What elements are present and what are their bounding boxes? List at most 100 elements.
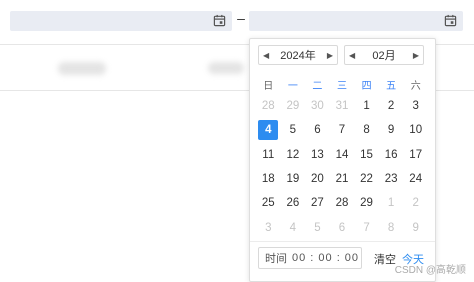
day-cell[interactable]: 20	[305, 167, 330, 191]
day-number: 4	[258, 120, 279, 141]
day-cell[interactable]: 13	[305, 143, 330, 167]
day-number: 14	[335, 148, 349, 161]
day-number: 3	[265, 221, 272, 234]
day-cell[interactable]: 5	[305, 215, 330, 239]
day-cell[interactable]: 3	[256, 215, 281, 239]
day-cell[interactable]: 9	[403, 215, 428, 239]
footer-divider	[250, 241, 435, 242]
day-number: 15	[360, 148, 373, 161]
day-cell[interactable]: 11	[256, 143, 281, 167]
blurred-content	[58, 62, 106, 75]
day-number: 26	[286, 197, 300, 210]
day-number: 21	[335, 173, 349, 186]
day-number: 17	[409, 148, 423, 161]
day-cell[interactable]: 14	[330, 143, 355, 167]
day-cell[interactable]: 28	[330, 191, 355, 215]
next-year-icon[interactable]: ▶	[327, 51, 333, 60]
clear-button[interactable]: 清空	[374, 251, 396, 267]
day-cell[interactable]: 10	[403, 118, 428, 142]
day-cell[interactable]: 19	[281, 167, 306, 191]
day-number: 3	[412, 100, 419, 113]
day-cell[interactable]: 21	[330, 167, 355, 191]
day-cell[interactable]: 1	[379, 191, 404, 215]
day-number: 25	[261, 197, 275, 210]
month-label[interactable]: 02月	[355, 47, 413, 63]
year-label[interactable]: 2024年	[269, 47, 327, 63]
day-cell[interactable]: 2	[403, 191, 428, 215]
day-cell[interactable]: 6	[305, 118, 330, 142]
day-cell[interactable]: 30	[305, 94, 330, 118]
day-number: 6	[314, 124, 321, 137]
range-separator: –	[237, 10, 245, 26]
day-cell[interactable]: 26	[281, 191, 306, 215]
time-value[interactable]: 00 : 00 : 00	[292, 252, 359, 264]
day-cell[interactable]: 16	[379, 143, 404, 167]
day-number: 28	[335, 197, 349, 210]
start-date-input[interactable]	[10, 11, 232, 31]
day-number: 13	[311, 148, 324, 161]
day-number: 10	[409, 124, 423, 137]
weekday-label: 三	[336, 81, 347, 92]
day-number: 30	[311, 100, 324, 113]
day-number: 20	[311, 173, 324, 186]
day-cell[interactable]: 3	[403, 94, 428, 118]
day-number: 29	[286, 100, 300, 113]
day-number: 6	[338, 221, 346, 234]
day-cell[interactable]: 12	[281, 143, 306, 167]
day-number: 9	[412, 221, 419, 234]
weekday-header: 日 一 二 三 四 五 六	[256, 77, 428, 92]
day-cell[interactable]: 25	[256, 191, 281, 215]
day-cell[interactable]: 7	[354, 215, 379, 239]
day-number: 1	[387, 197, 395, 210]
day-number: 18	[261, 173, 275, 186]
day-number: 22	[360, 173, 373, 186]
day-number: 24	[409, 173, 423, 186]
day-cell[interactable]: 17	[403, 143, 428, 167]
time-label: 时间	[265, 253, 287, 265]
weekday-label: 二	[312, 81, 323, 92]
day-number: 31	[335, 100, 349, 113]
next-month-icon[interactable]: ▶	[413, 51, 419, 60]
calendar-icon[interactable]	[213, 14, 226, 27]
day-number: 12	[286, 148, 300, 161]
day-cell[interactable]: 18	[256, 167, 281, 191]
day-number: 27	[311, 197, 324, 210]
day-cell-selected[interactable]: 4	[256, 118, 281, 142]
time-input[interactable]: 时间 00 : 00 : 00	[258, 247, 362, 269]
day-cell[interactable]: 23	[379, 167, 404, 191]
day-cell[interactable]: 7	[330, 118, 355, 142]
weekday-label: 日	[263, 81, 274, 92]
day-number: 5	[314, 221, 321, 234]
day-cell[interactable]: 28	[256, 94, 281, 118]
day-cell[interactable]: 29	[354, 191, 379, 215]
day-number: 9	[387, 124, 395, 137]
day-number: 29	[360, 197, 373, 210]
day-cell[interactable]: 8	[379, 215, 404, 239]
day-cell[interactable]: 2	[379, 94, 404, 118]
day-cell[interactable]: 31	[330, 94, 355, 118]
day-number: 19	[286, 173, 300, 186]
day-cell[interactable]: 22	[354, 167, 379, 191]
day-cell[interactable]: 29	[281, 94, 306, 118]
day-number: 28	[261, 100, 275, 113]
day-number: 16	[384, 148, 398, 161]
day-cell[interactable]: 4	[281, 215, 306, 239]
day-grid: 28 29 30 31 1 2 3 4 5 6 7 8 9 10 11 12 13 14 15 16 17 18 19 20 2…	[256, 94, 428, 240]
end-date-input[interactable]	[249, 11, 463, 31]
day-cell[interactable]: 1	[354, 94, 379, 118]
day-cell[interactable]: 8	[354, 118, 379, 142]
year-selector[interactable]: ◀ 2024年 ▶	[258, 45, 338, 65]
day-number: 5	[289, 124, 297, 137]
month-selector[interactable]: ◀ 02月 ▶	[344, 45, 424, 65]
day-cell[interactable]: 6	[330, 215, 355, 239]
weekday-label: 四	[361, 81, 372, 92]
day-cell[interactable]: 9	[379, 118, 404, 142]
day-cell[interactable]: 5	[281, 118, 306, 142]
day-cell[interactable]: 24	[403, 167, 428, 191]
day-number: 7	[338, 124, 346, 137]
date-picker-popup: ◀ 2024年 ▶ ◀ 02月 ▶ 日 一 二 三 四 五 六 28 29 30 31…	[249, 38, 436, 282]
day-cell[interactable]: 27	[305, 191, 330, 215]
day-cell[interactable]: 15	[354, 143, 379, 167]
calendar-icon[interactable]	[444, 14, 457, 27]
weekday-label: 一	[287, 81, 298, 92]
